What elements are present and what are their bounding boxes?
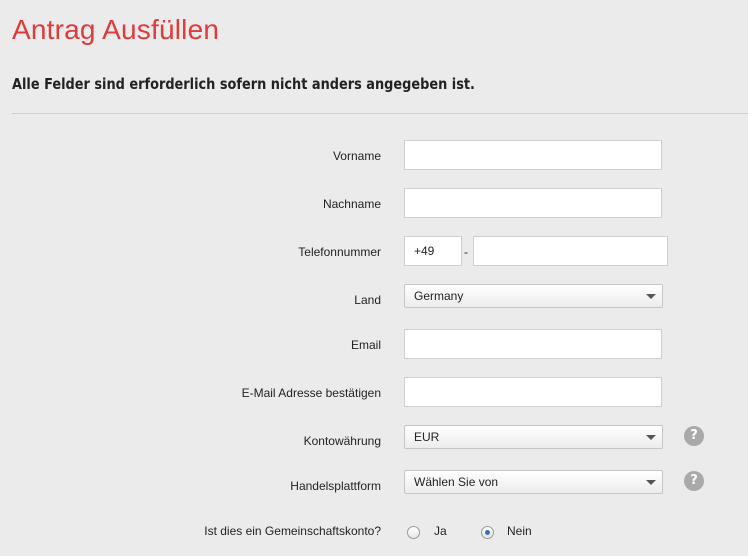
phone-number-input[interactable] <box>473 236 668 266</box>
joint-account-label: Ist dies ein Gemeinschaftskonto? <box>204 524 381 538</box>
platform-selected-value: Wählen Sie von <box>414 475 499 489</box>
country-label: Land <box>354 293 381 307</box>
currency-selected-value: EUR <box>414 430 440 444</box>
first-name-label: Vorname <box>332 149 381 163</box>
currency-select[interactable]: EUR <box>404 425 663 449</box>
email-confirm-label: E-Mail Adresse bestätigen <box>241 386 381 400</box>
country-selected-value: Germany <box>414 289 464 303</box>
page-title: Antrag Ausfüllen <box>12 14 220 45</box>
phone-label: Telefonnummer <box>298 245 381 259</box>
platform-label: Handelsplattform <box>290 479 381 493</box>
phone-separator: - <box>464 245 468 259</box>
joint-account-no-radio[interactable] <box>481 526 494 539</box>
page-subtitle: Alle Felder sind erforderlich sofern nic… <box>12 75 475 93</box>
question-mark-icon[interactable]: ? <box>684 471 704 491</box>
joint-account-no-label[interactable]: Nein <box>507 524 532 538</box>
currency-label: Kontowährung <box>303 434 381 448</box>
email-confirm-input[interactable] <box>404 377 662 407</box>
first-name-input[interactable] <box>404 140 662 170</box>
joint-account-yes-radio[interactable] <box>407 526 420 539</box>
phone-country-code-input[interactable]: +49 <box>404 236 462 266</box>
divider <box>12 113 748 114</box>
chevron-down-icon <box>646 294 656 299</box>
last-name-label: Nachname <box>322 197 381 211</box>
chevron-down-icon <box>646 480 656 485</box>
chevron-down-icon <box>646 435 656 440</box>
email-input[interactable] <box>404 329 662 359</box>
country-select[interactable]: Germany <box>404 284 663 308</box>
email-label: Email <box>350 338 381 352</box>
platform-select[interactable]: Wählen Sie von <box>404 470 663 494</box>
last-name-input[interactable] <box>404 188 662 218</box>
joint-account-yes-label[interactable]: Ja <box>434 524 447 538</box>
question-mark-icon[interactable]: ? <box>684 426 704 446</box>
